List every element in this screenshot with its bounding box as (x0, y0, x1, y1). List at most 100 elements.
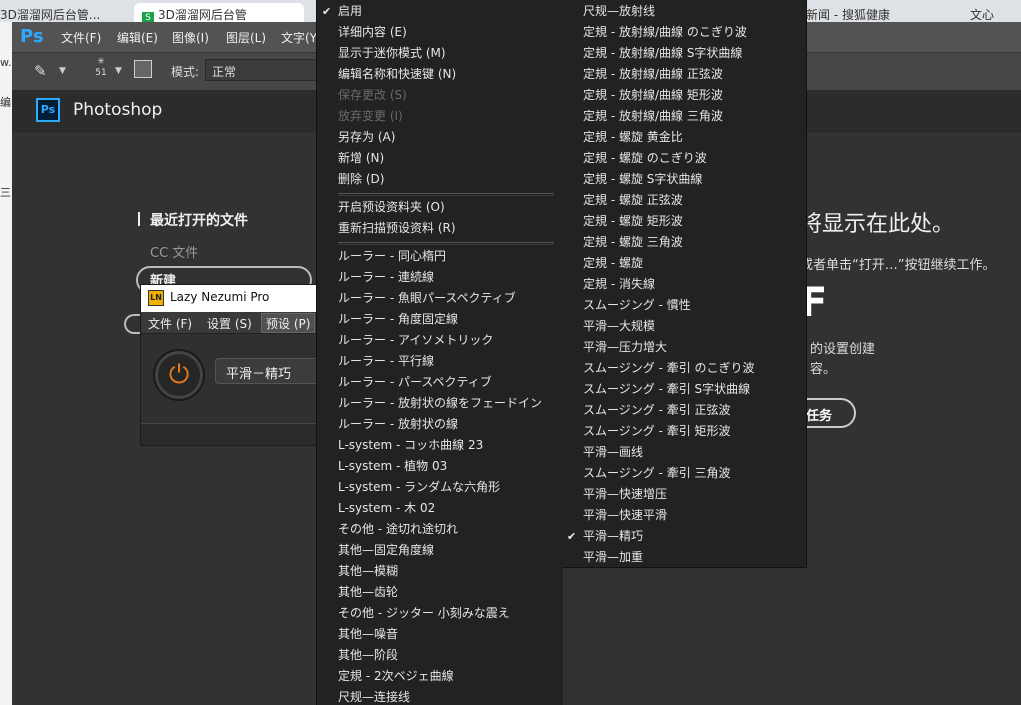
menu-item[interactable]: 定規 - 螺旋 矩形波 (583, 211, 683, 232)
menu-item[interactable]: 定規 - 螺旋 正弦波 (583, 190, 683, 211)
menu-item[interactable]: 显示于迷你模式 (M) (338, 43, 446, 64)
menu-item[interactable]: ルーラー - 同心楕円 (338, 246, 446, 267)
menu-item[interactable]: 定規 - 放射線/曲線 矩形波 (583, 85, 723, 106)
browser-tab-active[interactable]: S 3D溜溜网后台管 (134, 3, 304, 22)
menu-item[interactable]: その他 - ジッター 小刻みな震え (338, 603, 510, 624)
menu-item[interactable]: 启用 (338, 1, 362, 22)
menu-item[interactable]: ルーラー - パースペクティブ (338, 372, 492, 393)
menu-item[interactable]: 其他—固定角度線 (338, 540, 434, 561)
menu-item[interactable]: 另存为 (A) (338, 127, 395, 148)
menu-image[interactable]: 图像(I) (172, 29, 209, 46)
menu-item[interactable]: 开启预设资料夹 (O) (338, 197, 445, 218)
menu-item[interactable]: 定規 - 螺旋 黄金比 (583, 127, 683, 148)
menu-item[interactable]: スムージング - 牽引 S字状曲線 (583, 379, 750, 400)
empty-state-subtext: 或者单击“打开…”按钮继续工作。 (800, 258, 996, 273)
menu-file[interactable]: 文件(F) (61, 29, 101, 46)
menu-item[interactable]: 尺规—放射线 (583, 1, 655, 22)
menu-item[interactable]: スムージング - 牽引 三角波 (583, 463, 731, 484)
menu-item[interactable]: ルーラー - 角度固定線 (338, 309, 458, 330)
brush-settings-icon[interactable] (134, 60, 152, 78)
checkmark-icon: ✔ (567, 530, 577, 543)
menu-item[interactable]: 其他—齿轮 (338, 582, 398, 603)
menu-item[interactable]: 平滑—加重 (583, 547, 643, 568)
green-tab-icon: S (142, 12, 154, 22)
menu-item[interactable]: 尺规—连接线 (338, 687, 410, 705)
menu-item[interactable]: 平滑—快速增压 (583, 484, 667, 505)
ps-logo-icon: Ps (36, 98, 60, 122)
browser-tab[interactable]: 文心 (970, 6, 1021, 22)
menu-item[interactable]: 平滑—压力增大 (583, 337, 667, 358)
recent-files-link[interactable]: 最近打开的文件 (150, 210, 248, 230)
ln-titlebar[interactable]: LN Lazy Nezumi Pro (141, 285, 319, 312)
ln-menu-presets[interactable]: 预设 (P) (261, 313, 316, 333)
menu-item[interactable]: スムージング - 牽引 矩形波 (583, 421, 731, 442)
menu-item[interactable]: 定規 - 2次ベジェ曲線 (338, 666, 454, 687)
empty-state-text: 的设置创建 (810, 342, 876, 357)
menu-item[interactable]: 平滑—画线 (583, 442, 643, 463)
task-button[interactable]: 任务 (800, 398, 856, 428)
ln-menu-file[interactable]: 文件 (F) (148, 315, 192, 332)
menu-item[interactable]: L-system - コッホ曲線 23 (338, 435, 483, 456)
menu-separator (338, 242, 554, 245)
menu-item: 保存更改 (S) (338, 88, 407, 102)
menu-item[interactable]: 新增 (N) (338, 148, 384, 169)
browser-tab-label: 3D溜溜网后台管 (158, 8, 247, 22)
browser-page-edge: w. 编 三 (0, 22, 12, 705)
menu-layer[interactable]: 图层(L) (226, 29, 266, 46)
menu-item[interactable]: 定規 - 放射線/曲線 のこぎり波 (583, 22, 747, 43)
menu-item[interactable]: ルーラー - 平行線 (338, 351, 434, 372)
menu-item[interactable]: L-system - ランダムな六角形 (338, 477, 500, 498)
menu-item[interactable]: スムージング - 牽引 正弦波 (583, 400, 731, 421)
menu-item[interactable]: 定規 - 螺旋 S字状曲線 (583, 169, 702, 190)
menu-item[interactable]: 平滑—精巧 (583, 526, 643, 547)
menu-item[interactable]: 平滑—大规模 (583, 316, 655, 337)
sparkle-icon: ✳ (97, 57, 105, 67)
menu-item[interactable]: ルーラー - 連続線 (338, 267, 434, 288)
open-button-edge[interactable] (124, 314, 140, 334)
menu-item[interactable]: 编辑名称和快速键 (N) (338, 64, 456, 85)
ln-menu-settings[interactable]: 设置 (S) (207, 315, 252, 332)
brush-size-preview[interactable]: ✳ 51 (92, 57, 110, 79)
cc-files-link[interactable]: CC 文件 (150, 242, 198, 261)
brush-tool-icon[interactable]: ✎ (34, 62, 50, 80)
menu-item[interactable]: 定規 - 螺旋 のこぎり波 (583, 148, 707, 169)
menu-item[interactable]: 重新扫描预设资料 (R) (338, 218, 456, 239)
menu-item[interactable]: ルーラー - 放射状の線をフェードイン (338, 393, 542, 414)
menu-item[interactable]: その他 - 途切れ途切れ (338, 519, 458, 540)
checkmark-icon: ✔ (322, 5, 332, 18)
preset-dropdown[interactable]: 平滑－精巧 (215, 358, 319, 384)
menu-item[interactable]: 其他—模糊 (338, 561, 398, 582)
menu-item[interactable]: 定規 - 放射線/曲線 正弦波 (583, 64, 723, 85)
menu-edit[interactable]: 编辑(E) (117, 29, 158, 46)
browser-tab[interactable]: 新闻 - 搜狐健康 (806, 6, 956, 22)
active-indicator (138, 212, 140, 226)
menu-item[interactable]: 定規 - 消失線 (583, 274, 655, 295)
menu-item[interactable]: ルーラー - アイソメトリック (338, 330, 493, 351)
menu-item[interactable]: 删除 (D) (338, 169, 384, 190)
home-title: Photoshop (73, 100, 163, 120)
browser-tab-label: 3D溜溜网后台管... (0, 8, 101, 22)
menu-item[interactable]: L-system - 植物 03 (338, 456, 447, 477)
menu-item[interactable]: スムージング - 牽引 のこぎり波 (583, 358, 755, 379)
menu-item[interactable]: 详细内容 (E) (338, 22, 407, 43)
preset-menu-column-2: 尺规—放射线 定規 - 放射線/曲線 のこぎり波 定規 - 放射線/曲線 S字状曲線… (562, 0, 807, 568)
menu-item[interactable]: スムージング - 慣性 (583, 295, 691, 316)
menu-item[interactable]: ルーラー - 魚眼パースペクティブ (338, 288, 516, 309)
mode-select[interactable]: 正常 (205, 59, 317, 81)
power-button[interactable]: ⏻ (153, 349, 205, 401)
menu-item[interactable]: L-system - 木 02 (338, 498, 435, 519)
menu-item[interactable]: ルーラー - 放射状の線 (338, 414, 458, 435)
menu-item[interactable]: 定規 - 螺旋 (583, 253, 643, 274)
browser-tab[interactable]: 3D溜溜网后台管... (0, 6, 125, 22)
menu-item[interactable]: 定規 - 放射線/曲線 三角波 (583, 106, 723, 127)
preset-menu-column-1: ✔ 启用 详细内容 (E) 显示于迷你模式 (M) 编辑名称和快速键 (N) 保存更改 (… (316, 0, 563, 705)
chevron-down-icon[interactable]: ▼ (115, 66, 122, 76)
menu-item[interactable]: 平滑—快速平滑 (583, 505, 667, 526)
page-text: 编 (0, 96, 11, 109)
menu-item[interactable]: 其他—噪音 (338, 624, 398, 645)
menu-item[interactable]: 定規 - 螺旋 三角波 (583, 232, 683, 253)
menu-item[interactable]: 其他—阶段 (338, 645, 398, 666)
chevron-down-icon[interactable]: ▼ (59, 66, 66, 76)
empty-state-text: 容。 (810, 362, 837, 377)
menu-item[interactable]: 定規 - 放射線/曲線 S字状曲線 (583, 43, 742, 64)
